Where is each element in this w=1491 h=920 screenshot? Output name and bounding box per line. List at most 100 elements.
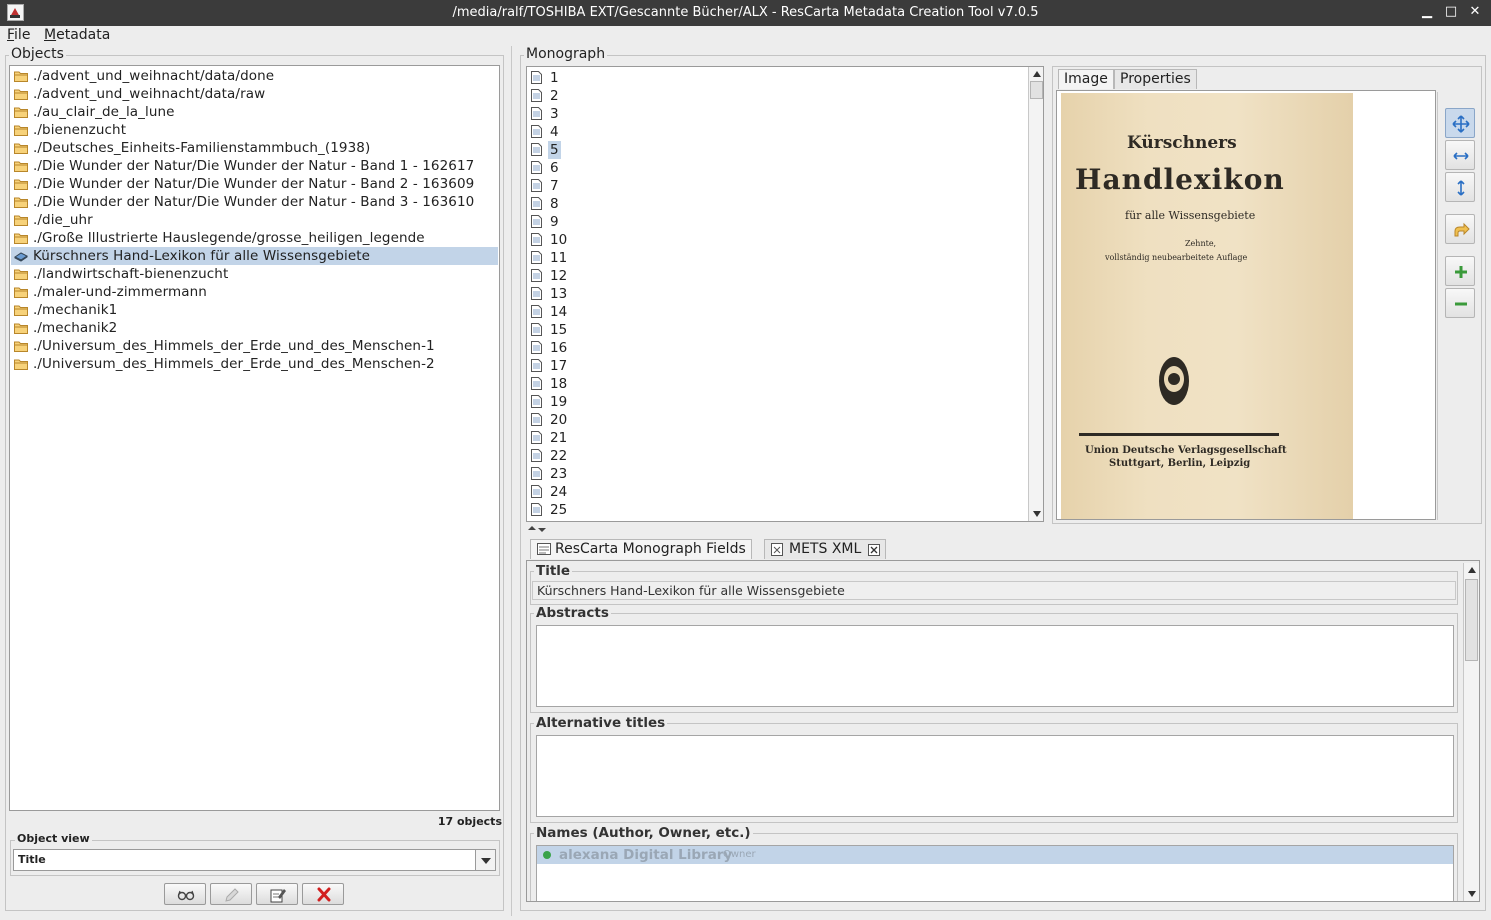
maximize-button[interactable]: □ xyxy=(1442,3,1460,21)
edit-metadata-button[interactable] xyxy=(256,883,298,905)
page-icon xyxy=(531,251,542,264)
page-number: 19 xyxy=(550,394,568,410)
page-icon xyxy=(531,179,542,192)
pages-scrollbar[interactable] xyxy=(1028,67,1043,521)
list-item[interactable]: ./Universum_des_Himmels_der_Erde_und_des… xyxy=(11,337,498,355)
abstracts-textarea[interactable] xyxy=(536,625,1454,707)
scan-line-5: vollständig neubearbeitete Auflage xyxy=(1105,253,1248,262)
title-field[interactable]: Kürschners Hand-Lexikon für alle Wissens… xyxy=(532,581,1456,600)
move-arrows-icon xyxy=(1452,115,1470,133)
list-item[interactable]: ./mechanik1 xyxy=(11,301,498,319)
page-number: 8 xyxy=(550,196,559,212)
list-item[interactable]: ./die_uhr xyxy=(11,211,498,229)
split-pane-divider[interactable] xyxy=(507,46,517,916)
list-item[interactable]: ./Deutsches_Einheits-Familienstammbuch_(… xyxy=(11,139,498,157)
tab-monograph-fields-label: ResCarta Monograph Fields xyxy=(555,541,746,557)
page-icon xyxy=(531,431,542,444)
list-item-label: ./die_uhr xyxy=(33,212,93,228)
page-number: 11 xyxy=(550,250,568,266)
name-row[interactable]: alexana Digital Library Owner xyxy=(537,846,1453,864)
list-item[interactable]: ./Die Wunder der Natur/Die Wunder der Na… xyxy=(11,175,498,193)
vertical-arrows-icon xyxy=(1457,180,1465,196)
objects-list[interactable]: ./advent_und_weihnacht/data/done ./advent… xyxy=(9,65,500,811)
monograph-fields-panel: Title Kürschners Hand-Lexikon für alle W… xyxy=(526,560,1480,902)
page-icon xyxy=(531,503,542,516)
scroll-up-icon[interactable] xyxy=(1467,566,1477,574)
list-item[interactable]: ./landwirtschaft-bienenzucht xyxy=(11,265,498,283)
scroll-down-icon[interactable] xyxy=(1467,890,1477,898)
folder-icon xyxy=(14,125,28,136)
zoom-out-button[interactable] xyxy=(1445,288,1475,318)
page-number: 16 xyxy=(550,340,568,356)
page-icon xyxy=(531,377,542,390)
menu-metadata[interactable]: Metadata xyxy=(44,27,110,43)
page-number: 5 xyxy=(548,141,561,159)
window-titlebar: /media/ralf/TOSHIBA EXT/Gescannte Bücher… xyxy=(0,0,1491,26)
pages-scroll-thumb[interactable] xyxy=(1030,81,1043,99)
page-image-viewer[interactable]: Kürschners Handlexikon für alle Wissensg… xyxy=(1056,90,1436,520)
page-number: 20 xyxy=(550,412,568,428)
edit-pencil-button[interactable] xyxy=(210,883,252,905)
list-item[interactable]: ./mechanik2 xyxy=(11,319,498,337)
menu-file[interactable]: File xyxy=(7,27,30,43)
scan-line-4: Zehnte, xyxy=(1185,239,1217,248)
list-item[interactable]: ./maler-und-zimmermann xyxy=(11,283,498,301)
list-item[interactable]: ./Die Wunder der Natur/Die Wunder der Na… xyxy=(11,157,498,175)
tab-mets-xml[interactable]: METS XML xyxy=(764,539,887,559)
names-legend: Names (Author, Owner, etc.) xyxy=(534,825,753,841)
list-item[interactable]: ./Große Illustrierte Hauslegende/grosse_… xyxy=(11,229,498,247)
tab-properties[interactable]: Properties xyxy=(1114,69,1197,89)
page-number: 23 xyxy=(550,466,568,482)
plus-icon xyxy=(1455,266,1467,278)
alternative-titles-textarea[interactable] xyxy=(536,735,1454,817)
folder-icon xyxy=(14,305,28,316)
list-item[interactable]: ./Universum_des_Himmels_der_Erde_und_des… xyxy=(11,355,498,373)
list-item[interactable]: ./bienenzucht xyxy=(11,121,498,139)
menubar: File Metadata xyxy=(0,26,1491,46)
fields-scroll-thumb[interactable] xyxy=(1465,579,1478,661)
scan-line-7: Stuttgart, Berlin, Leipzig xyxy=(1109,458,1251,469)
fit-height-button[interactable] xyxy=(1445,172,1475,202)
delete-button[interactable] xyxy=(302,883,344,905)
page-number: 6 xyxy=(550,160,559,176)
pages-list[interactable]: 1 2 3 4 5 6 7 8 9 10 11 12 13 14 15 16 17 18 19 20 21 22 23 24 2… xyxy=(526,66,1044,522)
rotate-button[interactable] xyxy=(1445,214,1475,244)
page-number: 2 xyxy=(550,88,559,104)
tab-image[interactable]: Image xyxy=(1058,69,1114,89)
view-glasses-button[interactable] xyxy=(164,883,206,905)
status-dot-icon xyxy=(543,851,551,859)
list-item[interactable]: Kürschners Hand-Lexikon für alle Wissens… xyxy=(11,247,498,265)
pencil-icon xyxy=(225,888,239,902)
pan-button[interactable] xyxy=(1445,108,1475,138)
folder-icon xyxy=(14,233,28,244)
minus-icon xyxy=(1455,302,1467,306)
folder-icon xyxy=(14,269,28,280)
page-icon xyxy=(531,233,542,246)
list-item[interactable]: ./advent_und_weihnacht/data/raw xyxy=(11,85,498,103)
minimize-button[interactable]: ▁ xyxy=(1418,3,1436,21)
scroll-up-icon[interactable] xyxy=(1032,70,1042,78)
image-toolstrip xyxy=(1437,92,1479,520)
zoom-in-button[interactable] xyxy=(1445,256,1475,286)
page-number: 21 xyxy=(550,430,568,446)
list-item-label: ./Universum_des_Himmels_der_Erde_und_des… xyxy=(33,338,435,354)
chevron-down-icon[interactable] xyxy=(475,850,495,870)
fields-scrollbar[interactable] xyxy=(1463,563,1479,901)
collapse-arrows-icon[interactable] xyxy=(526,525,546,533)
fit-width-button[interactable] xyxy=(1445,140,1475,170)
close-window-button[interactable]: ✕ xyxy=(1466,3,1484,21)
scroll-down-icon[interactable] xyxy=(1032,510,1042,518)
tab-mets-xml-label: METS XML xyxy=(789,541,862,557)
list-item[interactable]: ./advent_und_weihnacht/data/done xyxy=(11,67,498,85)
list-item[interactable]: ./Die Wunder der Natur/Die Wunder der Na… xyxy=(11,193,498,211)
close-tab-icon[interactable] xyxy=(868,544,881,556)
list-item-label: ./Die Wunder der Natur/Die Wunder der Na… xyxy=(33,158,475,174)
xml-file-icon xyxy=(771,543,783,556)
list-item[interactable]: ./au_clair_de_la_lune xyxy=(11,103,498,121)
names-list[interactable]: alexana Digital Library Owner xyxy=(536,845,1454,901)
page-icon xyxy=(531,197,542,210)
tab-monograph-fields[interactable]: ResCarta Monograph Fields xyxy=(530,539,752,559)
split-pane-divider-horizontal[interactable] xyxy=(524,525,1484,533)
scan-line-2: Handlexikon xyxy=(1075,163,1285,196)
object-view-select[interactable]: Title xyxy=(13,849,496,871)
